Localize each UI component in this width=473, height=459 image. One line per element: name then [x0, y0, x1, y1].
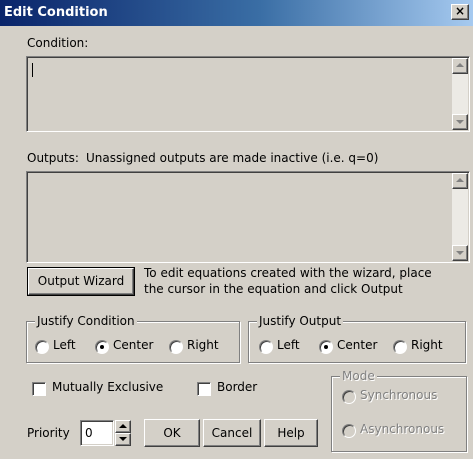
priority-up-button[interactable] [115, 420, 131, 433]
mode-synchronous-radio[interactable] [342, 390, 356, 404]
arrow-down-icon [456, 120, 464, 124]
justify-condition-right-label[interactable]: Right [187, 338, 219, 352]
priority-label: Priority [27, 426, 70, 440]
window-title: Edit Condition [4, 5, 108, 20]
priority-input[interactable]: 0 [80, 420, 114, 446]
justify-condition-legend: Justify Condition [35, 314, 137, 328]
ok-button[interactable]: OK [144, 419, 200, 447]
outputs-label: Outputs: [27, 151, 79, 165]
priority-value: 0 [85, 426, 93, 440]
outputs-scrollbar[interactable] [452, 173, 468, 261]
scroll-down-button[interactable] [452, 245, 468, 261]
text-caret [32, 63, 33, 77]
output-wizard-label: Output Wizard [37, 274, 125, 288]
condition-scrollbar[interactable] [452, 58, 468, 130]
arrow-up-icon [119, 424, 127, 428]
justify-condition-right-radio[interactable] [169, 340, 183, 354]
justify-condition-left-label[interactable]: Left [53, 338, 76, 352]
cancel-button[interactable]: Cancel [203, 419, 261, 447]
mode-asynchronous-radio[interactable] [342, 424, 356, 438]
close-button[interactable]: × [451, 4, 469, 20]
justify-output-right-radio[interactable] [393, 340, 407, 354]
priority-spinner[interactable] [115, 420, 131, 446]
outputs-note: Unassigned outputs are made inactive (i.… [86, 151, 379, 165]
priority-down-button[interactable] [115, 433, 131, 446]
justify-output-center-radio[interactable] [319, 340, 333, 354]
arrow-down-icon [456, 251, 464, 255]
arrow-down-icon [119, 437, 127, 441]
justify-condition-center-radio[interactable] [95, 340, 109, 354]
mode-group: Mode Synchronous Asynchronous [331, 369, 467, 452]
condition-textarea[interactable] [26, 56, 470, 132]
condition-label: Condition: [27, 36, 89, 50]
justify-output-group: Justify Output Left Center Right [248, 314, 466, 363]
title-bar: Edit Condition × [0, 0, 473, 26]
wizard-help-line1: To edit equations created with the wizar… [144, 266, 432, 280]
scroll-up-button[interactable] [452, 58, 468, 74]
mutually-exclusive-label[interactable]: Mutually Exclusive [52, 380, 163, 394]
ok-label: OK [163, 426, 181, 440]
wizard-help-line2: the cursor in the equation and click Out… [144, 282, 403, 296]
scroll-up-button[interactable] [452, 173, 468, 189]
justify-condition-group: Justify Condition Left Center Right [26, 314, 240, 363]
border-checkbox[interactable] [197, 382, 211, 396]
mode-legend: Mode [340, 369, 377, 383]
justify-output-left-radio[interactable] [259, 340, 273, 354]
justify-condition-left-radio[interactable] [35, 340, 49, 354]
border-label[interactable]: Border [217, 380, 257, 394]
scroll-down-button[interactable] [452, 114, 468, 130]
justify-output-right-label[interactable]: Right [411, 338, 443, 352]
arrow-up-icon [456, 63, 464, 67]
cancel-label: Cancel [211, 426, 253, 440]
mode-synchronous-label[interactable]: Synchronous [360, 388, 437, 402]
justify-output-center-label[interactable]: Center [337, 338, 377, 352]
justify-condition-center-label[interactable]: Center [113, 338, 153, 352]
outputs-textarea[interactable] [26, 171, 470, 263]
help-button[interactable]: Help [264, 419, 318, 447]
mutually-exclusive-checkbox[interactable] [32, 382, 46, 396]
mode-asynchronous-label[interactable]: Asynchronous [360, 422, 444, 436]
justify-output-left-label[interactable]: Left [277, 338, 300, 352]
close-icon: × [454, 4, 466, 18]
help-label: Help [277, 426, 305, 440]
justify-output-legend: Justify Output [257, 314, 344, 328]
arrow-up-icon [456, 178, 464, 182]
output-wizard-button[interactable]: Output Wizard [27, 267, 135, 296]
